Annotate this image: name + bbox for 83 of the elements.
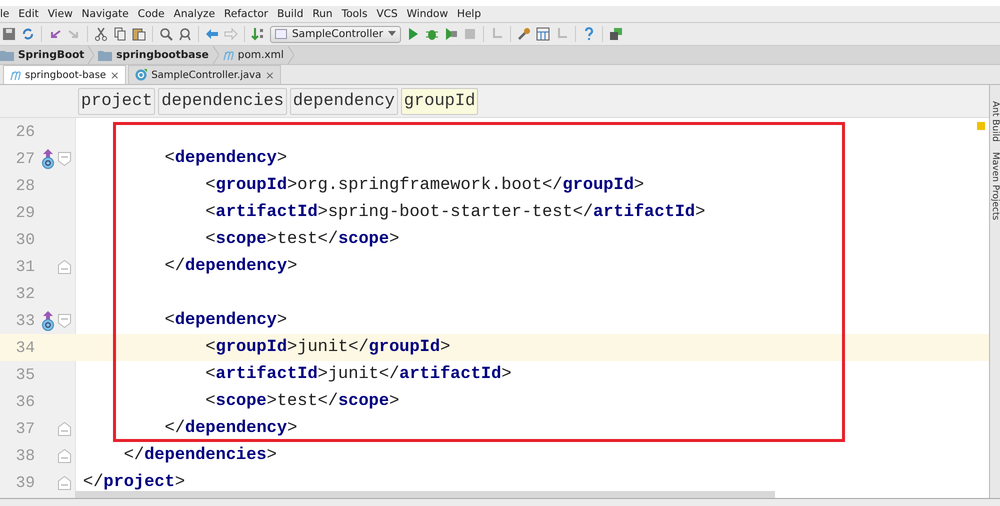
menu-item[interactable]: Code xyxy=(138,8,165,20)
fold-icon[interactable] xyxy=(58,152,71,166)
line-number: 38 xyxy=(14,446,35,464)
line-number: 26 xyxy=(14,122,35,140)
line-number: 37 xyxy=(14,420,35,438)
tool-window-button[interactable]: Maven Projects xyxy=(990,152,1000,220)
menu-item[interactable]: Analyze xyxy=(174,8,216,20)
class-icon xyxy=(135,69,148,81)
override-icon[interactable] xyxy=(42,310,54,330)
back-arrow-icon[interactable] xyxy=(205,27,219,41)
line-number: 39 xyxy=(14,474,35,492)
settings-icon[interactable] xyxy=(517,27,532,41)
build-icon[interactable] xyxy=(251,27,265,41)
line-number: 29 xyxy=(14,204,35,222)
run-configuration-dropdown[interactable]: SampleController xyxy=(270,26,402,42)
error-stripe-marker xyxy=(977,122,985,130)
coverage-icon[interactable] xyxy=(444,27,458,41)
breadcrumb-tag[interactable]: dependency xyxy=(290,88,398,114)
line-number: 32 xyxy=(14,284,35,302)
menu-item[interactable]: View xyxy=(48,8,73,20)
code-line: </dependencies> xyxy=(122,446,277,465)
bug-icon[interactable] xyxy=(425,27,440,41)
breadcrumb-tag[interactable]: groupId xyxy=(400,88,478,114)
override-icon[interactable] xyxy=(42,148,54,168)
maven-icon xyxy=(222,49,234,61)
menu-item[interactable]: Window xyxy=(406,8,448,20)
window-icon xyxy=(275,29,287,39)
folder-icon xyxy=(98,50,112,60)
code-line: <artifactId>spring-boot-starter-test</artifactId> xyxy=(204,203,706,222)
line-number: 34 xyxy=(14,338,35,356)
editor-tab[interactable]: SampleController.java × xyxy=(128,65,282,84)
code-line: <scope>test</scope> xyxy=(204,392,400,411)
menu-item[interactable]: VCS xyxy=(376,8,398,20)
line-number: 35 xyxy=(14,366,35,384)
database-save-icon[interactable] xyxy=(609,27,624,41)
project-structure-icon[interactable] xyxy=(536,27,550,41)
menu-item[interactable]: Edit xyxy=(18,8,39,20)
search-icon[interactable] xyxy=(159,27,173,41)
close-icon[interactable]: × xyxy=(265,68,274,82)
replace-icon[interactable] xyxy=(178,27,192,41)
line-number: 28 xyxy=(14,176,35,194)
code-line: <groupId>org.springframework.boot</groupId> xyxy=(204,176,644,195)
line-number: 36 xyxy=(14,392,35,410)
menu-item[interactable]: Help xyxy=(457,8,481,20)
menu-item[interactable]: Run xyxy=(312,8,333,20)
line-number: 30 xyxy=(14,230,35,248)
line-number: 33 xyxy=(14,312,35,330)
caret-icon xyxy=(388,31,396,37)
breadcrumb-tag[interactable]: project xyxy=(78,88,156,114)
fold-icon[interactable] xyxy=(58,314,71,328)
menu-item[interactable]: Navigate xyxy=(82,8,129,20)
editor-tab[interactable]: springboot-base × xyxy=(3,65,126,84)
code-line: </project> xyxy=(83,473,186,492)
cut-icon[interactable] xyxy=(94,27,108,41)
breadcrumb-tag[interactable]: dependencies xyxy=(158,88,287,114)
forward-arrow-icon[interactable] xyxy=(224,27,238,41)
line-number: 31 xyxy=(14,258,35,276)
copy-icon[interactable] xyxy=(113,27,127,41)
code-line: <scope>test</scope> xyxy=(204,230,400,249)
run-icon[interactable] xyxy=(406,27,420,41)
code-line: <artifactId>junit</artifactId> xyxy=(204,365,512,384)
stop-icon[interactable] xyxy=(463,27,478,41)
save-icon[interactable] xyxy=(2,27,16,41)
code-line: <dependency> xyxy=(164,311,288,330)
menu-item[interactable]: Tools xyxy=(342,8,368,20)
tool-window-button[interactable]: Ant Build xyxy=(990,101,1000,142)
menu-item[interactable]: Build xyxy=(277,8,304,20)
line-number: 27 xyxy=(14,150,35,168)
breadcrumb-link[interactable]: pom.xml xyxy=(222,49,284,61)
paste-icon[interactable] xyxy=(132,27,146,41)
menu-item[interactable]: le xyxy=(0,8,10,20)
breadcrumb-link[interactable]: SpringBoot xyxy=(0,49,84,61)
folder-icon xyxy=(0,50,14,60)
breadcrumb-link[interactable]: springbootbase xyxy=(98,49,209,61)
maven-icon xyxy=(10,69,21,81)
code-line: <groupId>junit</groupId> xyxy=(204,338,450,357)
code-line: </dependency> xyxy=(164,257,298,276)
sync-icon[interactable] xyxy=(21,27,35,41)
code-line: </dependency> xyxy=(164,419,298,438)
close-icon[interactable]: × xyxy=(110,68,120,82)
menu-item[interactable]: Refactor xyxy=(224,8,268,20)
code-line: <dependency> xyxy=(164,149,288,168)
scrollbar[interactable] xyxy=(75,491,775,498)
